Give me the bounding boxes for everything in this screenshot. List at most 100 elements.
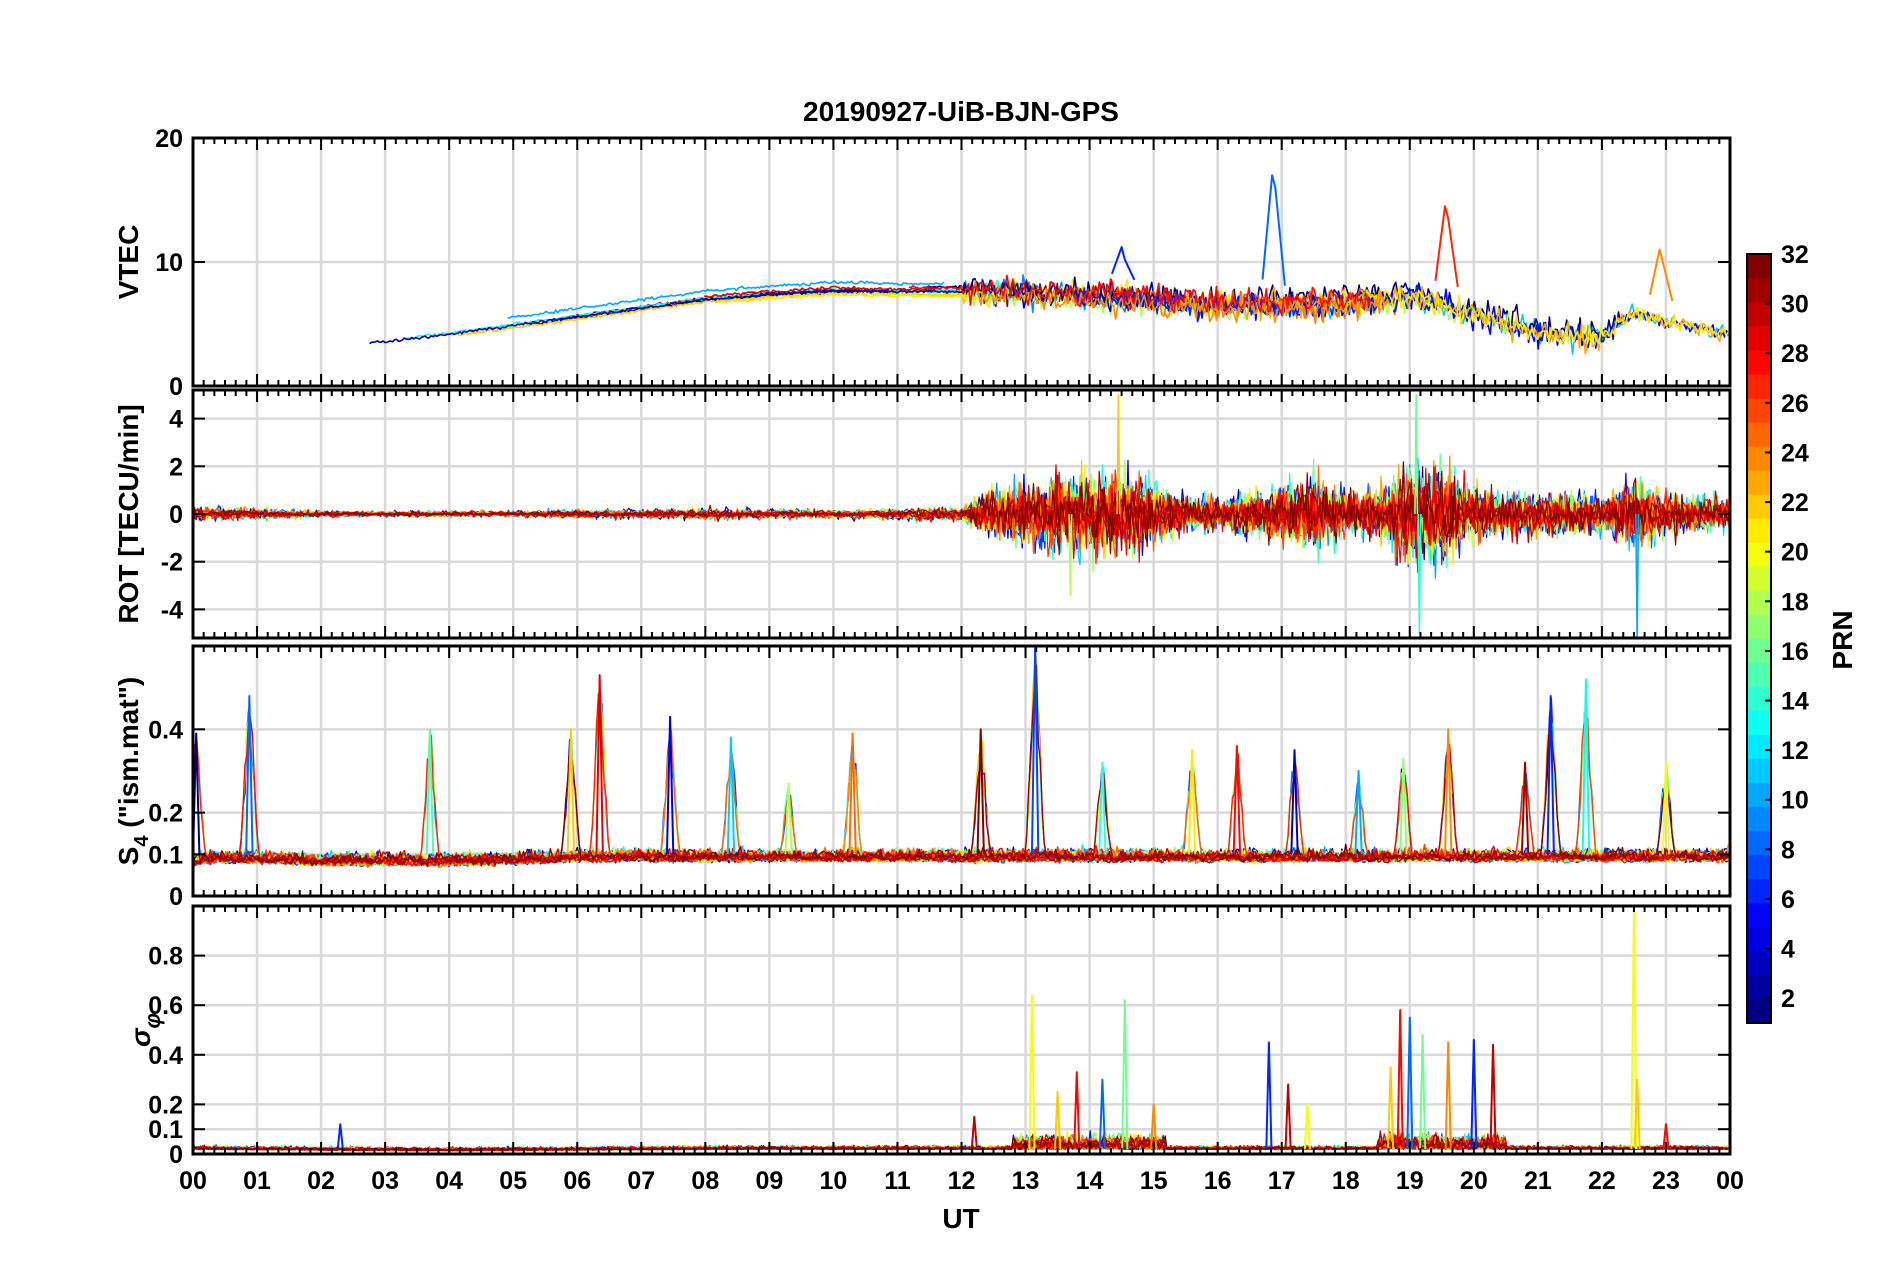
x-tick-label: 23: [1652, 1167, 1680, 1195]
colorbar-band: [1747, 830, 1771, 856]
colorbar-band: [1747, 494, 1771, 519]
colorbar-band: [1747, 758, 1771, 784]
panel-s4: 0 0.1 0.2 0.4S4 ("ism.mat"): [113, 644, 1732, 911]
grid-vtec: [193, 138, 1730, 386]
vtec-series-line: [369, 289, 889, 345]
y-tick-label: 0: [169, 1141, 183, 1169]
colorbar-band: [1747, 566, 1771, 591]
sigma-spike: [1489, 1043, 1497, 1150]
s4-spike: [1546, 695, 1555, 855]
colorbar-tick-label: 32: [1781, 241, 1809, 269]
y-axis-label-vtec: VTEC: [113, 225, 144, 300]
x-tick-label: 02: [307, 1167, 335, 1195]
panel-rot: -4 -2 0 2 4 ROT [TECU/min]: [113, 388, 1732, 640]
colorbar-tick-label: 14: [1781, 688, 1809, 716]
s4-spike: [1581, 678, 1591, 855]
y-tick-label: 2: [169, 453, 183, 481]
colorbar-tick-label: 22: [1781, 489, 1809, 517]
colorbar-band: [1747, 518, 1771, 543]
colorbar-label: PRN: [1827, 610, 1858, 669]
x-tick-label: 05: [499, 1167, 527, 1195]
y-tick-label: 0: [169, 373, 183, 401]
colorbar-tick-label: 4: [1781, 936, 1795, 964]
s4-spike: [848, 732, 857, 855]
x-tick-label: 04: [435, 1167, 463, 1195]
x-tick-label: 00: [179, 1167, 207, 1195]
y-axis-label-rot: ROT [TECU/min]: [113, 404, 144, 623]
sigma-spike: [1121, 999, 1129, 1150]
x-tick-label: 10: [820, 1167, 848, 1195]
y-axis-label-s4: S4 ("ism.mat"): [113, 677, 153, 866]
x-tick-label: 18: [1332, 1167, 1360, 1195]
x-tick-label: 11: [884, 1167, 911, 1195]
x-tick-label: 15: [1140, 1167, 1168, 1195]
s4-spike: [726, 736, 736, 855]
y-tick-label: 4: [169, 406, 183, 434]
s4-spike: [1520, 761, 1530, 855]
sigma-spike: [1419, 1033, 1427, 1150]
y-tick-label: 0.4: [148, 716, 183, 744]
x-tick-label: 07: [627, 1167, 655, 1195]
y-tick-label: 0: [169, 501, 183, 529]
colorbar-band: [1747, 710, 1771, 736]
colorbar-tick-label: 26: [1781, 390, 1809, 418]
colorbar-tick-label: 24: [1781, 439, 1809, 467]
colorbar-tick-label: 28: [1781, 340, 1809, 368]
colorbar-tick-label: 16: [1781, 638, 1809, 666]
vtec-spike: [1111, 246, 1136, 281]
y-tick-label: 0.1: [148, 1116, 183, 1144]
x-axis-label: UT: [942, 1203, 979, 1234]
panel-sigma_phi: 00.10.20.40.60.8σφ00 01 02 03 04 05 06 07 08 09 10…: [125, 904, 1744, 1195]
colorbar-tick-label: 6: [1781, 886, 1795, 914]
colorbar-tick-label: 30: [1781, 291, 1809, 319]
x-tick-label: 01: [243, 1167, 271, 1195]
colorbar-band: [1747, 782, 1771, 808]
panel-vtec: 0 10 20 VTEC: [113, 125, 1732, 401]
sigma-spike: [1284, 1083, 1292, 1150]
colorbar-tick-label: 18: [1781, 588, 1809, 616]
colorbar-tick-label: 12: [1781, 737, 1809, 765]
x-tick-label: 12: [948, 1167, 976, 1195]
colorbar-tick-label: 10: [1781, 787, 1809, 815]
colorbar-band: [1747, 998, 1771, 1024]
x-tick-label: 22: [1588, 1167, 1616, 1195]
colorbar-band: [1747, 374, 1771, 399]
colorbar-band: [1747, 950, 1771, 976]
y-tick-label: 0.8: [148, 943, 183, 971]
colorbar-band: [1747, 422, 1771, 447]
colorbar-tick-label: 20: [1781, 539, 1809, 567]
x-tick-label: 20: [1460, 1167, 1488, 1195]
colorbar-tick-label: 8: [1781, 836, 1795, 864]
x-tick-label: 13: [1012, 1167, 1040, 1195]
x-tick-label: 14: [1076, 1167, 1104, 1195]
x-tick-label: 08: [691, 1167, 719, 1195]
figure: 20190927-UiB-BJN-GPS 01020VTEC-4-2024ROT…: [113, 96, 1858, 1234]
series-group-vtec: [369, 174, 1730, 355]
colorbar-band: [1747, 806, 1771, 832]
figure-title: 20190927-UiB-BJN-GPS: [803, 96, 1119, 127]
y-tick-label: 10: [155, 249, 183, 277]
colorbar-band: [1747, 590, 1771, 615]
x-tick-label: 00: [1716, 1167, 1744, 1195]
colorbar-band: [1747, 854, 1771, 880]
x-tick-label: 09: [755, 1167, 783, 1195]
y-tick-label: 0: [169, 883, 183, 911]
y-tick-label: -4: [161, 596, 183, 624]
vtec-spike: [1434, 205, 1459, 288]
vtec-spike: [1648, 248, 1674, 302]
y-tick-label: 20: [155, 125, 183, 153]
y-tick-label: 0.2: [148, 1091, 183, 1119]
x-tick-label: 19: [1396, 1167, 1424, 1195]
colorbar-band: [1747, 734, 1771, 760]
x-tick-label: 21: [1524, 1167, 1552, 1195]
colorbar-band: [1747, 446, 1771, 471]
sigma-spike: [1303, 1103, 1311, 1150]
colorbar-band: [1747, 974, 1771, 1000]
x-tick-label: 16: [1204, 1167, 1232, 1195]
y-tick-label: 0.2: [148, 800, 183, 828]
grid-sigma_phi: [193, 906, 1730, 1154]
colorbar-band: [1747, 278, 1771, 303]
sigma-spike: [1444, 1041, 1452, 1150]
colorbar-band: [1747, 662, 1771, 688]
x-tick-label: 03: [371, 1167, 399, 1195]
